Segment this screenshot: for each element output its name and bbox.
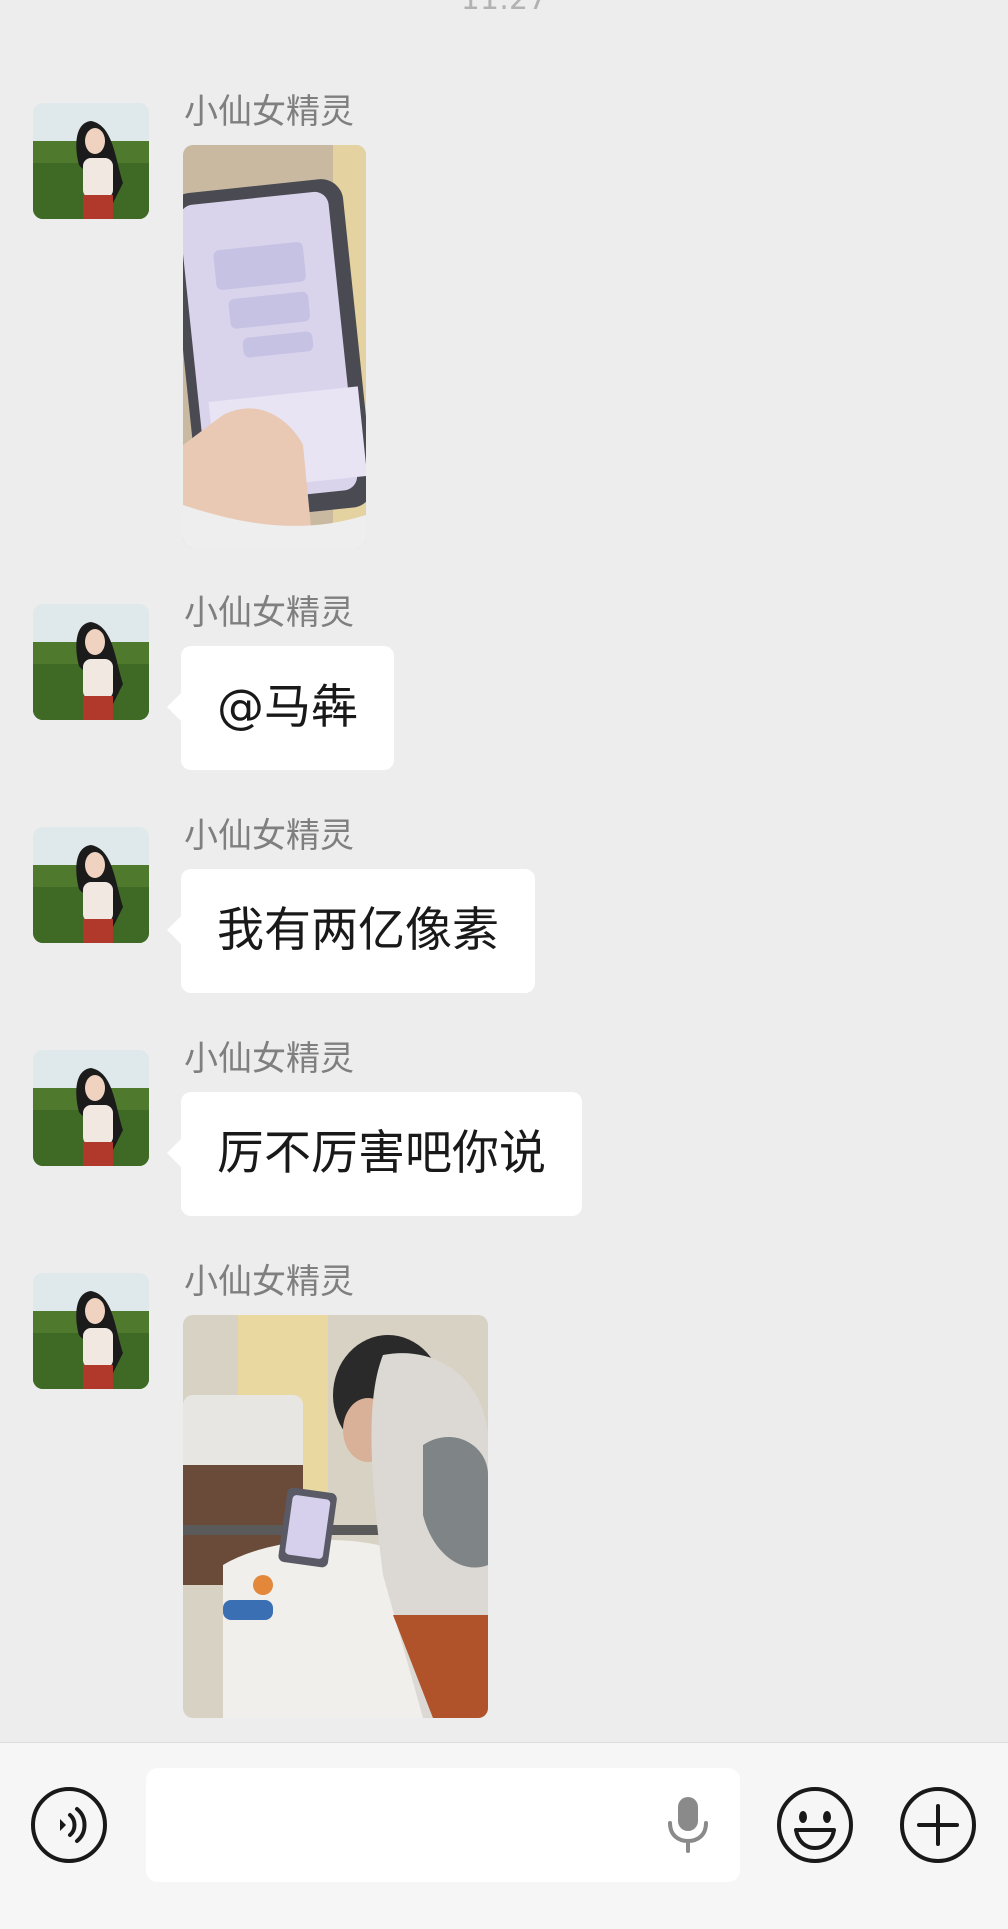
more-functions-button[interactable] <box>899 1786 977 1864</box>
avatar[interactable] <box>33 1050 149 1166</box>
sender-name: 小仙女精灵 <box>184 1262 354 1302</box>
sender-name: 小仙女精灵 <box>184 1039 354 1079</box>
text-message-bubble[interactable]: 厉不厉害吧你说 <box>167 1092 582 1216</box>
microphone-icon[interactable] <box>664 1795 712 1855</box>
avatar[interactable] <box>33 827 149 943</box>
plus-icon <box>900 1787 976 1863</box>
voice-toggle-icon <box>31 1787 107 1863</box>
sender-name: 小仙女精灵 <box>184 816 354 856</box>
input-bar <box>0 1742 1008 1929</box>
text-message-bubble[interactable]: 我有两亿像素 <box>167 869 535 993</box>
image-message[interactable] <box>183 1315 488 1718</box>
text-message-bubble[interactable]: @马犇 <box>167 646 394 770</box>
emoji-button[interactable] <box>776 1786 854 1864</box>
image-message[interactable] <box>183 145 366 548</box>
sender-name: 小仙女精灵 <box>184 593 354 633</box>
chat-timestamp: 11:27 <box>0 0 1008 17</box>
avatar[interactable] <box>33 604 149 720</box>
avatar[interactable] <box>33 103 149 219</box>
avatar[interactable] <box>33 1273 149 1389</box>
sender-name: 小仙女精灵 <box>184 92 354 132</box>
message-input[interactable] <box>146 1768 740 1882</box>
voice-toggle-button[interactable] <box>30 1786 108 1864</box>
emoji-icon <box>777 1787 853 1863</box>
